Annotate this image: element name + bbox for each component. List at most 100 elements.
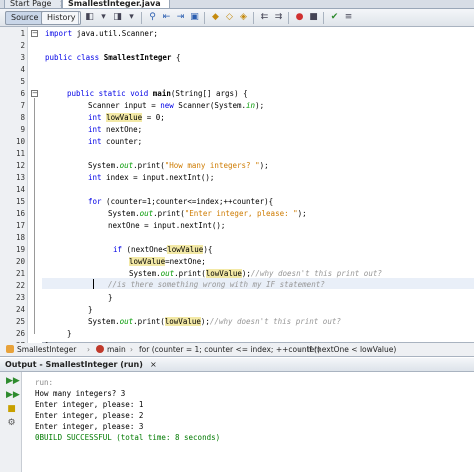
code-text: index = input.nextInt();: [101, 173, 215, 182]
shift-left-icon[interactable]: ⇇: [259, 12, 270, 23]
line-number: 11: [15, 149, 25, 158]
static-field: out: [139, 209, 154, 218]
rerun-icon[interactable]: ▶▶: [6, 376, 20, 387]
code-line: }: [67, 328, 72, 340]
line-number: 10: [15, 137, 25, 146]
code-text: counter;: [101, 137, 143, 146]
line-number: 12: [15, 161, 25, 170]
code-text: nextOne;: [101, 125, 143, 134]
tab-label: Start Page: [10, 0, 52, 8]
close-icon[interactable]: ×: [150, 358, 157, 372]
code-text: = 0;: [142, 113, 165, 122]
toolbar-divider: [288, 12, 289, 24]
rerun-with-params-icon[interactable]: ▶▶: [6, 390, 20, 401]
find-previous-icon[interactable]: ⇤: [161, 12, 172, 23]
keyword: import: [45, 29, 73, 38]
toggle-highlight-icon[interactable]: ▣: [189, 12, 200, 23]
static-field: out: [119, 317, 134, 326]
code-text: .print(: [133, 161, 165, 170]
code-text: );: [200, 317, 210, 326]
toolbar-divider: [78, 12, 79, 24]
history-dropdown-icon[interactable]: ▾: [126, 12, 137, 23]
breadcrumb-item-if[interactable]: if (nextOne < lowValue): [307, 343, 396, 357]
breadcrumb-label: main: [107, 345, 126, 354]
code-line: System.out.print("Enter integer, please:…: [108, 208, 307, 220]
history-view-button[interactable]: History: [41, 11, 82, 25]
code-editor[interactable]: 1 2 3 4 5 6 7 8 9 10 11 12 13 14 15 16 1…: [0, 27, 474, 350]
tab-start-page[interactable]: Start Page×: [4, 0, 62, 9]
toggle-bookmark-icon[interactable]: ◈: [238, 12, 249, 23]
forward-icon[interactable]: ▾: [98, 12, 109, 23]
line-number: 21: [15, 269, 25, 278]
fold-guide: [34, 98, 35, 334]
bookmark-next-icon[interactable]: ◇: [224, 12, 235, 23]
highlighted-variable: lowValue: [205, 269, 242, 278]
code-line: }: [108, 292, 113, 304]
code-line: import java.util.Scanner;: [45, 28, 158, 40]
keyword: public static void: [67, 89, 149, 98]
toolbar-divider: [204, 12, 205, 24]
comment-icon[interactable]: ✔: [329, 12, 340, 23]
code-line: System.out.print("How many integers? ");: [88, 160, 269, 172]
document-tab-bar: Start Page× SmallestInteger.java ×: [0, 0, 474, 9]
stop-icon[interactable]: ■: [6, 404, 17, 415]
keyword: new: [160, 101, 174, 110]
code-line: public class SmallestInteger {: [45, 52, 180, 64]
find-next-icon[interactable]: ⇥: [175, 12, 186, 23]
string-literal: "Enter integer, please: ": [184, 209, 298, 218]
line-number: 15: [15, 197, 25, 206]
shift-right-icon[interactable]: ⇉: [273, 12, 284, 23]
toolbar-divider: [141, 12, 142, 24]
code-text: System.: [88, 161, 120, 170]
output-line: run:: [35, 378, 54, 387]
close-icon[interactable]: ×: [169, 0, 170, 8]
highlighted-variable: lowValue: [129, 257, 166, 266]
line-number: 9: [20, 125, 25, 134]
record-macro-icon[interactable]: ●: [294, 12, 305, 23]
output-line: How many integers? 3: [35, 389, 126, 398]
string-literal: "How many integers? ": [164, 161, 260, 170]
output-console[interactable]: ▶▶ ▶▶ ■ ⚙ run: How many integers? 3 Ente…: [0, 372, 474, 472]
back-icon[interactable]: ◧: [84, 12, 95, 23]
output-line: Enter integer, please: 3: [35, 422, 144, 431]
code-text: System.: [88, 317, 120, 326]
output-line: Enter integer, please: 2: [35, 411, 144, 420]
line-number: 2: [20, 41, 25, 50]
breadcrumb: SmallestInteger › main › for (counter = …: [0, 343, 474, 357]
static-field: out: [119, 161, 134, 170]
line-number: 26: [15, 329, 25, 338]
source-view-button[interactable]: Source: [5, 11, 45, 25]
chevron-right-icon: ›: [298, 345, 301, 354]
line-number: 8: [20, 113, 25, 122]
code-text: nextOne = input.nextInt();: [108, 221, 226, 230]
bookmark-previous-icon[interactable]: ◆: [210, 12, 221, 23]
line-number: 13: [15, 173, 25, 182]
code-line: if (nextOne<lowValue){: [113, 244, 212, 256]
fold-collapse-icon[interactable]: −: [31, 90, 38, 97]
search-icon[interactable]: ⚲: [147, 12, 158, 23]
breadcrumb-item-for[interactable]: for (counter = 1; counter <= index; ++co…: [139, 343, 320, 357]
code-text: }: [67, 329, 72, 338]
code-line: }: [88, 304, 93, 316]
code-text: (String[] args) {: [170, 89, 248, 98]
forward-nav-icon[interactable]: ◨: [112, 12, 123, 23]
output-line: Enter integer, please: 1: [35, 400, 144, 409]
static-field: out: [160, 269, 175, 278]
code-line: lowValue=nextOne;: [129, 256, 206, 268]
line-number: 1: [20, 29, 25, 38]
chevron-right-icon: ›: [87, 345, 90, 354]
stop-macro-icon[interactable]: ■: [308, 12, 319, 23]
tab-smallest-integer[interactable]: SmallestInteger.java ×: [62, 0, 170, 9]
code-line: public static void main(String[] args) {: [67, 88, 248, 100]
breadcrumb-item-method[interactable]: main: [96, 343, 126, 357]
code-line: for (counter=1;counter<=index;++counter)…: [88, 196, 273, 208]
code-comment: //why doesn't this print out?: [250, 269, 382, 278]
line-number: 16: [15, 209, 25, 218]
line-number: 25: [15, 317, 25, 326]
settings-icon[interactable]: ⚙: [6, 418, 17, 429]
breadcrumb-item-class[interactable]: SmallestInteger: [6, 343, 76, 357]
code-text: .print(: [174, 269, 206, 278]
fold-collapse-icon[interactable]: −: [31, 30, 38, 37]
uncomment-icon[interactable]: ≡: [343, 12, 354, 23]
keyword: int: [88, 125, 102, 134]
